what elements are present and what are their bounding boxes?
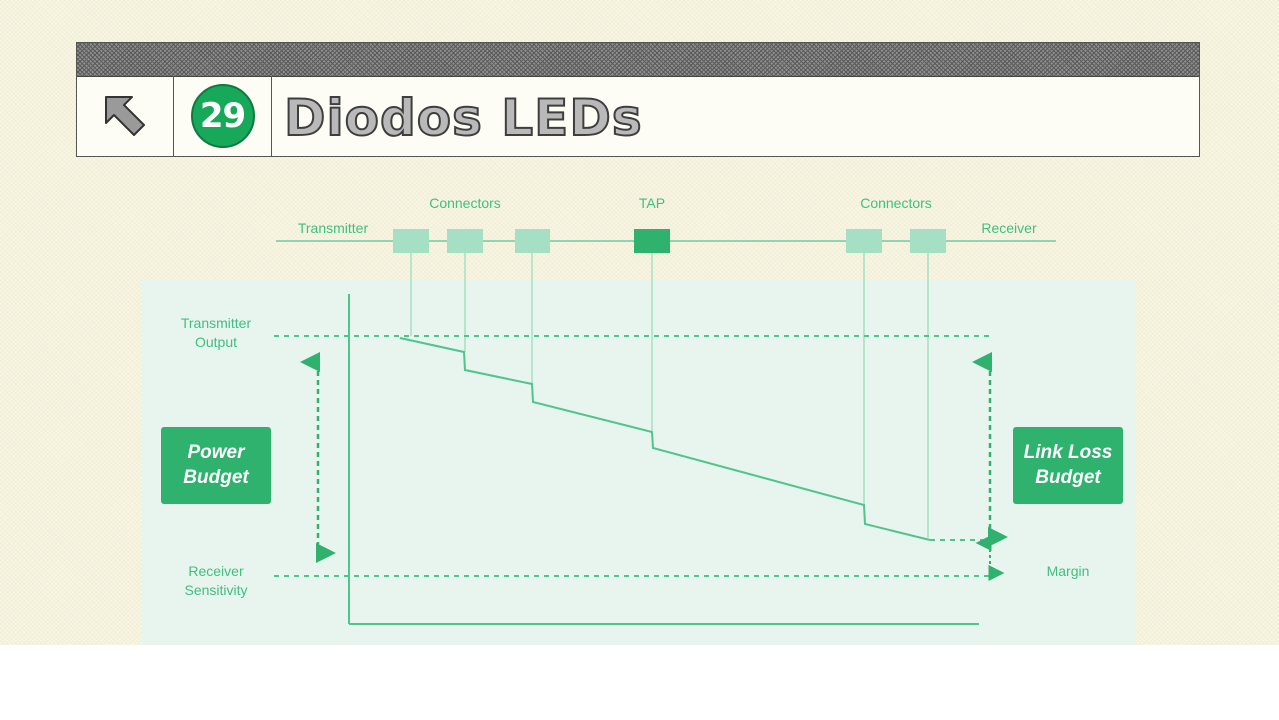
power-budget-box xyxy=(161,427,271,504)
receiver-sensitivity-label-2: Sensitivity xyxy=(184,582,247,598)
connector-box xyxy=(447,229,483,253)
power-budget-label-2: Budget xyxy=(183,467,249,488)
link-loss-budget-label-2: Budget xyxy=(1035,467,1101,488)
link-loss-budget-label-1: Link Loss xyxy=(1024,442,1113,463)
connectors-right-label: Connectors xyxy=(860,195,932,211)
tap-box xyxy=(634,229,670,253)
transmitter-output-label-2: Output xyxy=(195,334,237,350)
connector-box xyxy=(393,229,429,253)
tap-label: TAP xyxy=(639,195,665,211)
link-loss-budget-box xyxy=(1013,427,1123,504)
receiver-label: Receiver xyxy=(981,220,1037,236)
chart-panel xyxy=(142,280,1136,645)
connector-box xyxy=(910,229,946,253)
connector-box xyxy=(515,229,550,253)
link-budget-diagram: Transmitter Connectors TAP Connectors Re… xyxy=(142,195,1136,645)
slide: 29 Diodos LEDs Transmitter Connectors TA… xyxy=(0,0,1279,645)
transmitter-output-label-1: Transmitter xyxy=(181,315,252,331)
connector-box xyxy=(846,229,882,253)
transmitter-label: Transmitter xyxy=(298,220,369,236)
margin-label: Margin xyxy=(1047,563,1090,579)
connectors-left-label: Connectors xyxy=(429,195,501,211)
power-budget-label-1: Power xyxy=(187,442,246,463)
receiver-sensitivity-label-1: Receiver xyxy=(188,563,244,579)
